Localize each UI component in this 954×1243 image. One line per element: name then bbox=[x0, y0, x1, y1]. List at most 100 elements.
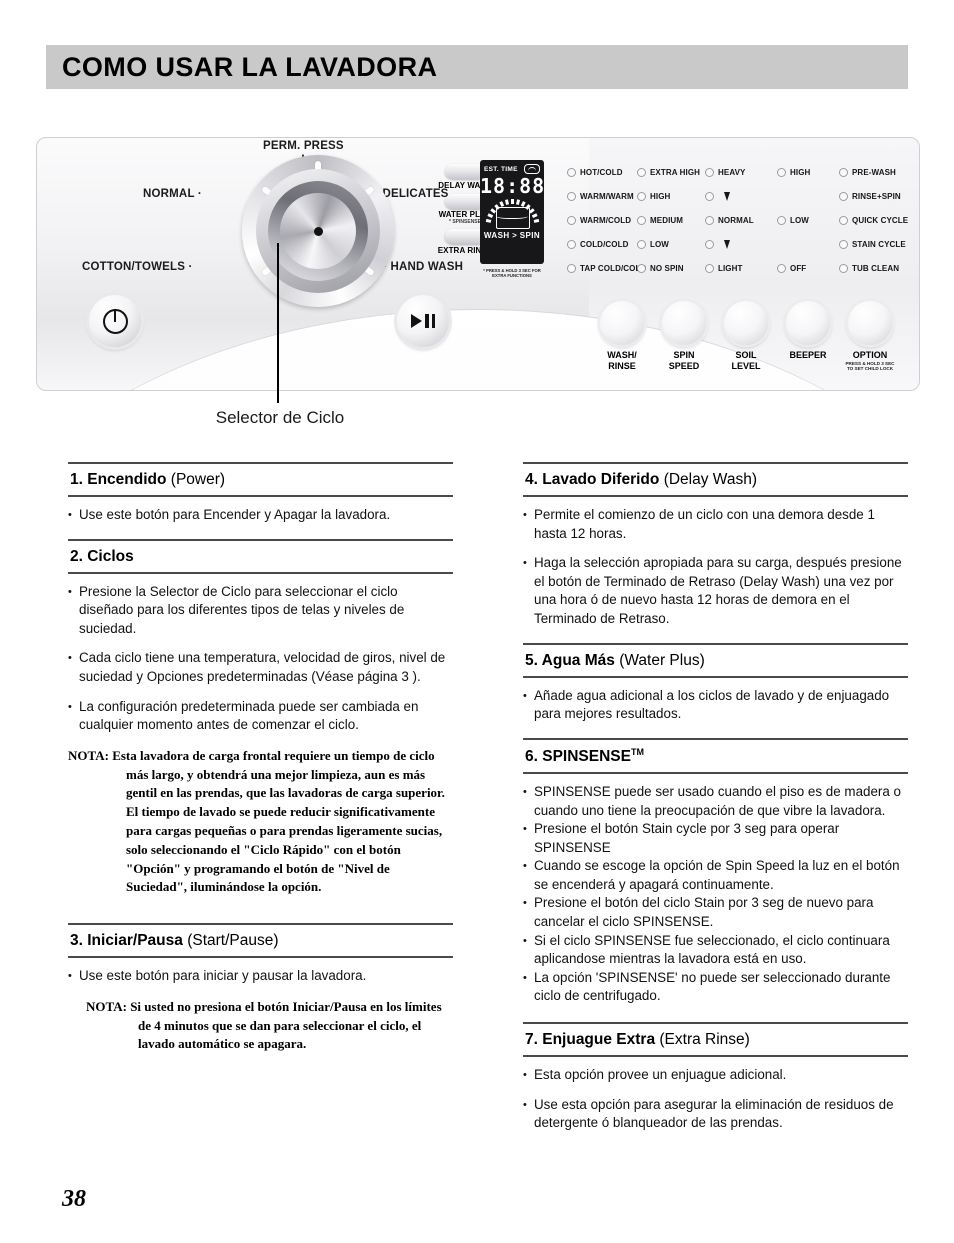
lcd-progress-label: WASH > SPIN bbox=[483, 231, 541, 240]
indicator-heavy[interactable]: HEAVY bbox=[705, 167, 777, 177]
section-3-title: 3. Iniciar/Pausa bbox=[70, 932, 183, 950]
indicator-extra-high[interactable]: EXTRA HIGH bbox=[637, 167, 705, 177]
start-pause-button[interactable] bbox=[397, 295, 449, 347]
section-7-body: Esta opción provee un enjuague adicional… bbox=[523, 1057, 908, 1133]
drum-icon bbox=[496, 207, 530, 229]
option-button-row: WASH/ RINSE SPIN SPEED SOIL LEVEL BEEPER… bbox=[597, 301, 895, 371]
indicator-soil-arrow-up[interactable] bbox=[705, 191, 777, 201]
led-icon bbox=[567, 215, 576, 225]
control-panel-illustration: PERM. PRESS · NORMAL · COTTON/TOWELS · ·… bbox=[36, 137, 920, 391]
section-3-heading: 3. Iniciar/Pausa (Start/Pause) bbox=[68, 925, 453, 956]
wash-rinse-button[interactable]: WASH/ RINSE bbox=[597, 301, 647, 371]
soil-level-button[interactable]: SOIL LEVEL bbox=[721, 301, 771, 371]
bullet-item: Añade agua adicional a los ciclos de lav… bbox=[523, 687, 908, 724]
indicator-soil-arrow-down[interactable] bbox=[705, 239, 777, 249]
cycle-label-cotton-towels: COTTON/TOWELS · bbox=[82, 261, 193, 273]
lcd-footnote: * PRESS & HOLD 3 SEC FOR EXTRA FUNCTIONS bbox=[483, 268, 541, 278]
option-button[interactable]: OPTION PRESS & HOLD 3 SEC TO SET CHILD L… bbox=[845, 301, 895, 371]
indicator-cold-cold[interactable]: COLD/COLD bbox=[567, 239, 637, 249]
indicator-low-2[interactable]: LOW bbox=[637, 239, 705, 249]
indicator-low[interactable]: LOW bbox=[777, 215, 839, 225]
led-icon bbox=[705, 239, 714, 249]
bullet-item: Haga la selección apropiada para su carg… bbox=[523, 554, 908, 628]
section-4-paren: (Delay Wash) bbox=[663, 471, 757, 488]
led-icon bbox=[839, 167, 848, 177]
section-4-heading: 4. Lavado Diferido (Delay Wash) bbox=[523, 464, 908, 495]
spin-speed-button[interactable]: SPIN SPEED bbox=[659, 301, 709, 371]
beeper-button[interactable]: BEEPER bbox=[783, 301, 833, 371]
indicator-light[interactable]: LIGHT bbox=[705, 263, 777, 273]
left-text-column: 1. Encendido (Power) Use este botón para… bbox=[68, 462, 453, 1056]
option-sublabel: PRESS & HOLD 3 SEC TO SET CHILD LOCK bbox=[845, 360, 895, 371]
led-icon bbox=[637, 167, 646, 177]
dial-center-hub bbox=[314, 227, 323, 236]
led-icon bbox=[567, 167, 576, 177]
indicator-tap-cold-cold[interactable]: TAP COLD/COLD bbox=[567, 263, 646, 273]
page-number: 38 bbox=[62, 1186, 86, 1212]
section-7-enjuague-extra: 7. Enjuague Extra (Extra Rinse) Esta opc… bbox=[523, 1022, 908, 1133]
led-icon bbox=[839, 239, 848, 249]
right-text-column: 4. Lavado Diferido (Delay Wash) Permite … bbox=[523, 462, 908, 1144]
section-1-body: Use este botón para Encender y Apagar la… bbox=[68, 497, 453, 525]
callout-label-selector-de-ciclo: Selector de Ciclo bbox=[215, 408, 345, 427]
bullet-item: Use esta opción para asegurar la elimina… bbox=[523, 1096, 908, 1133]
indicator-medium[interactable]: MEDIUM bbox=[637, 215, 705, 225]
bullet-item: Use este botón para iniciar y pausar la … bbox=[68, 967, 453, 986]
bullet-item: Cada ciclo tiene una temperatura, veloci… bbox=[68, 649, 453, 686]
beeper-label: BEEPER bbox=[789, 350, 827, 360]
bullet-item: Presione el botón del ciclo Stain por 3 … bbox=[523, 894, 908, 931]
section-4-title: 4. Lavado Diferido bbox=[525, 471, 660, 488]
bullet-item: Cuando se escoge la opción de Spin Speed… bbox=[523, 857, 908, 894]
indicator-normal[interactable]: NORMAL bbox=[705, 215, 777, 225]
section-6-spinsense: 6. SPINSENSETM SPINSENSE puede ser usado… bbox=[523, 737, 908, 1006]
indicator-hot-cold[interactable]: HOT/COLD bbox=[567, 167, 637, 177]
indicator-row: COLD/COLD LOW STAIN CYCLE bbox=[567, 232, 907, 256]
indicator-stain-cycle[interactable]: STAIN CYCLE bbox=[839, 239, 907, 249]
section-2-title: 2. Ciclos bbox=[70, 547, 134, 565]
indicator-warm-warm[interactable]: WARM/WARM bbox=[567, 191, 637, 201]
cycle-selector-dial[interactable] bbox=[242, 155, 394, 307]
section-6-heading: 6. SPINSENSETM bbox=[523, 740, 908, 772]
spin-speed-label: SPIN SPEED bbox=[668, 350, 700, 371]
indicator-off[interactable]: OFF bbox=[777, 263, 839, 273]
indicator-row: WARM/COLD MEDIUM NORMAL LOW QUICK CYCLE bbox=[567, 208, 908, 232]
indicator-led-matrix: HOT/COLD EXTRA HIGH HEAVY HIGH PRE-WASH … bbox=[567, 160, 908, 280]
led-icon bbox=[705, 191, 714, 201]
section-3-iniciar-pausa: 3. Iniciar/Pausa (Start/Pause) Use este … bbox=[68, 923, 453, 1054]
power-button[interactable] bbox=[89, 295, 141, 347]
led-icon bbox=[705, 263, 714, 273]
indicator-spacer bbox=[777, 240, 839, 249]
led-icon bbox=[839, 191, 848, 201]
indicator-rinse-spin[interactable]: RINSE+SPIN bbox=[839, 191, 907, 201]
led-icon bbox=[705, 215, 714, 225]
bullet-item: Use este botón para Encender y Apagar la… bbox=[68, 506, 453, 525]
note-label: NOTA: bbox=[86, 998, 127, 1014]
indicator-spacer bbox=[777, 192, 839, 201]
bullet-item: Presione la Selector de Ciclo para selec… bbox=[68, 583, 453, 639]
indicator-no-spin[interactable]: NO SPIN bbox=[637, 263, 705, 273]
indicator-quick-cycle[interactable]: QUICK CYCLE bbox=[839, 215, 908, 225]
section-2-note: NOTA: Esta lavadora de carga frontal req… bbox=[68, 747, 453, 897]
button-circle bbox=[786, 301, 830, 345]
indicator-tub-clean[interactable]: TUB CLEAN bbox=[839, 263, 907, 273]
section-7-heading: 7. Enjuague Extra (Extra Rinse) bbox=[523, 1024, 908, 1055]
callout-leader-line bbox=[277, 243, 279, 403]
power-icon bbox=[102, 308, 128, 334]
led-icon bbox=[567, 191, 576, 201]
indicator-warm-cold[interactable]: WARM/COLD bbox=[567, 215, 637, 225]
play-pause-icon bbox=[411, 314, 435, 328]
lcd-progress-arc bbox=[485, 199, 539, 229]
section-1-paren: (Power) bbox=[170, 471, 226, 488]
section-5-heading: 5. Agua Más (Water Plus) bbox=[523, 645, 908, 676]
bullet-item: Permite el comienzo de un ciclo con una … bbox=[523, 506, 908, 543]
bullet-item: SPINSENSE puede ser usado cuando el piso… bbox=[523, 783, 908, 820]
indicator-pre-wash[interactable]: PRE-WASH bbox=[839, 167, 907, 177]
section-7-title: 7. Enjuague Extra bbox=[525, 1031, 656, 1049]
bullet-item: Si el ciclo SPINSENSE fue seleccionado, … bbox=[523, 932, 908, 969]
indicator-high-2[interactable]: HIGH bbox=[637, 191, 705, 201]
indicator-high[interactable]: HIGH bbox=[777, 167, 839, 177]
button-circle bbox=[600, 301, 644, 345]
note-label: NOTA: bbox=[68, 747, 109, 763]
page-header-band: COMO USAR LA LAVADORA bbox=[46, 45, 908, 89]
section-2-ciclos: 2. Ciclos Presione la Selector de Ciclo … bbox=[68, 538, 453, 898]
